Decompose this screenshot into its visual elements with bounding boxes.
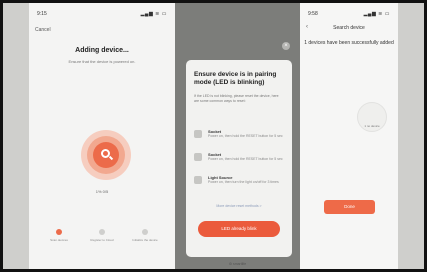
- step-label: Register to Cloud: [90, 238, 114, 242]
- step-label: Initialize the device: [132, 238, 158, 242]
- page-subtitle: Ensure that the device is powered on.: [68, 59, 136, 64]
- pairing-mode-screen: × Ensure device is in pairing mode (LED …: [175, 3, 300, 269]
- search-icon: [101, 149, 110, 158]
- step-label: Scan devices: [50, 238, 68, 242]
- socket-icon: [194, 130, 202, 138]
- success-message: 1 devices have been successfully added: [304, 40, 394, 46]
- device-text: Socket Power on, then hold the RESET but…: [208, 129, 288, 139]
- device-desc: Power on, then turn the light on/off for…: [208, 180, 279, 184]
- device-row-socket: Socket Power on, then hold the RESET but…: [194, 128, 288, 146]
- page-title: Adding device...: [75, 47, 129, 54]
- brand-logo: ⚙ smartlife: [228, 262, 247, 266]
- step-register: Register to Cloud: [82, 229, 122, 242]
- device-text: Light Source Power on, then turn the lig…: [208, 175, 288, 185]
- step-list: Scan devices Register to Cloud Initializ…: [29, 229, 175, 253]
- close-icon[interactable]: ×: [282, 42, 290, 50]
- device-desc: Power on, then hold the RESET button for…: [208, 157, 283, 161]
- cancel-button[interactable]: Cancel: [35, 27, 51, 33]
- device-row-light: Light Source Power on, then turn the lig…: [194, 174, 288, 192]
- more-reset-methods-link[interactable]: More device reset methods >: [186, 204, 292, 208]
- device-desc: Power on, then hold the RESET button for…: [208, 134, 283, 138]
- modal-title: Ensure device is in pairing mode (LED is…: [194, 71, 277, 86]
- adding-device-screen: 9:15 ▂▄▆ ≋ ▭ Cancel Adding device... Ens…: [29, 3, 175, 269]
- pairing-modal: Ensure device is in pairing mode (LED is…: [186, 60, 292, 257]
- page-title: Search device: [333, 25, 365, 31]
- socket-icon: [194, 153, 202, 161]
- progress-percent: 1% 0/5: [95, 189, 109, 194]
- device-label: 1 no device: [364, 124, 380, 128]
- left-margin-strip: [3, 3, 29, 269]
- right-margin-strip: [398, 3, 424, 269]
- led-already-blink-button[interactable]: LED already blink: [198, 221, 280, 237]
- progress-ring: [81, 130, 131, 180]
- search-device-screen: 9:58 ▂▄▆ ≋ ▭ ‹ Search device 1 devices h…: [300, 3, 398, 269]
- device-row-socket-2: Socket Power on, then hold the RESET but…: [194, 151, 288, 169]
- step-dot-icon: [142, 229, 148, 235]
- step-initialize: Initialize the device: [125, 229, 165, 242]
- step-scan: Scan devices: [39, 229, 79, 242]
- step-dot-icon: [99, 229, 105, 235]
- status-time: 9:58: [308, 11, 318, 17]
- done-button[interactable]: Done: [324, 200, 375, 214]
- status-bar: 9:58 ▂▄▆ ≋ ▭: [308, 11, 390, 19]
- progress-ring-middle: [87, 136, 125, 174]
- modal-description: If the LED is not blinking, please reset…: [194, 94, 279, 103]
- device-text: Socket Power on, then hold the RESET but…: [208, 152, 288, 162]
- signal-wifi-battery-icon: ▂▄▆ ≋ ▭: [363, 11, 390, 17]
- bulb-icon: [194, 176, 202, 184]
- status-time: 9:15: [37, 11, 47, 17]
- progress-ring-core: [93, 142, 119, 168]
- signal-wifi-battery-icon: ▂▄▆ ≋ ▭: [140, 11, 167, 17]
- status-bar: 9:15 ▂▄▆ ≋ ▭: [37, 11, 167, 19]
- step-dot-icon: [56, 229, 62, 235]
